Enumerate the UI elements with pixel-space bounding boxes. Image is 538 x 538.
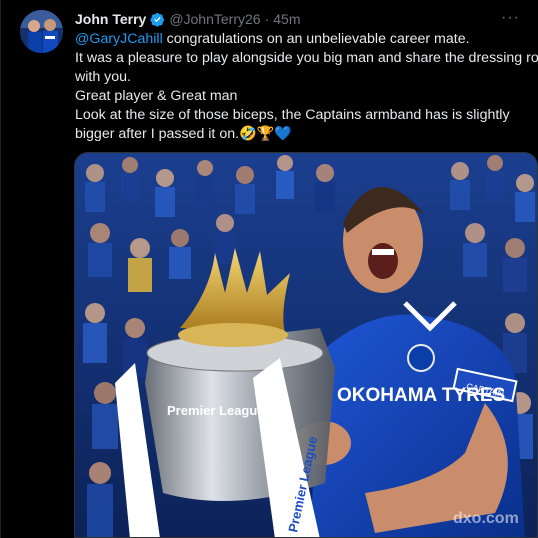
tweet-text: @GaryJCahill congratulations on an unbel… [75,30,538,144]
divider [0,0,1,538]
display-name[interactable]: John Terry [75,11,146,27]
trophy-text: Premier League [167,403,265,418]
more-options-icon[interactable]: ··· [501,9,520,27]
tweet-line-5: Look at the size of those biceps, the Ca… [75,107,510,123]
tweet-line-6: bigger after I passed it on.🤣🏆💙 [75,126,293,142]
tweet-line-2: It was a pleasure to play alongside you … [75,50,538,66]
tweet-line-3: with you. [75,69,131,85]
mention-link[interactable]: @GaryJCahill [75,31,163,47]
tweet-line-1-text: congratulations on an unbelievable caree… [162,31,470,47]
handle[interactable]: @JohnTerry26 [169,11,260,27]
tweet-line-4: Great player & Great man [75,88,238,104]
shirt-sponsor: OKOHAMA TYRES [337,385,505,406]
tweet[interactable]: John Terry @JohnTerry26 · 45m ··· @GaryJ… [0,0,538,538]
watermark: dxo.com [453,510,519,527]
club-crest [407,344,435,372]
avatar[interactable] [20,10,63,53]
tweet-header: John Terry @JohnTerry26 · 45m ··· [75,9,524,29]
tweet-line-1: @GaryJCahill congratulations on an unbel… [75,30,536,49]
tweet-photo[interactable]: CAPTAIN OKOHAMA TYRES Premier League Pre… [74,152,538,538]
verified-badge-icon [150,12,165,27]
timestamp[interactable]: 45m [273,11,300,27]
separator: · [264,11,270,27]
